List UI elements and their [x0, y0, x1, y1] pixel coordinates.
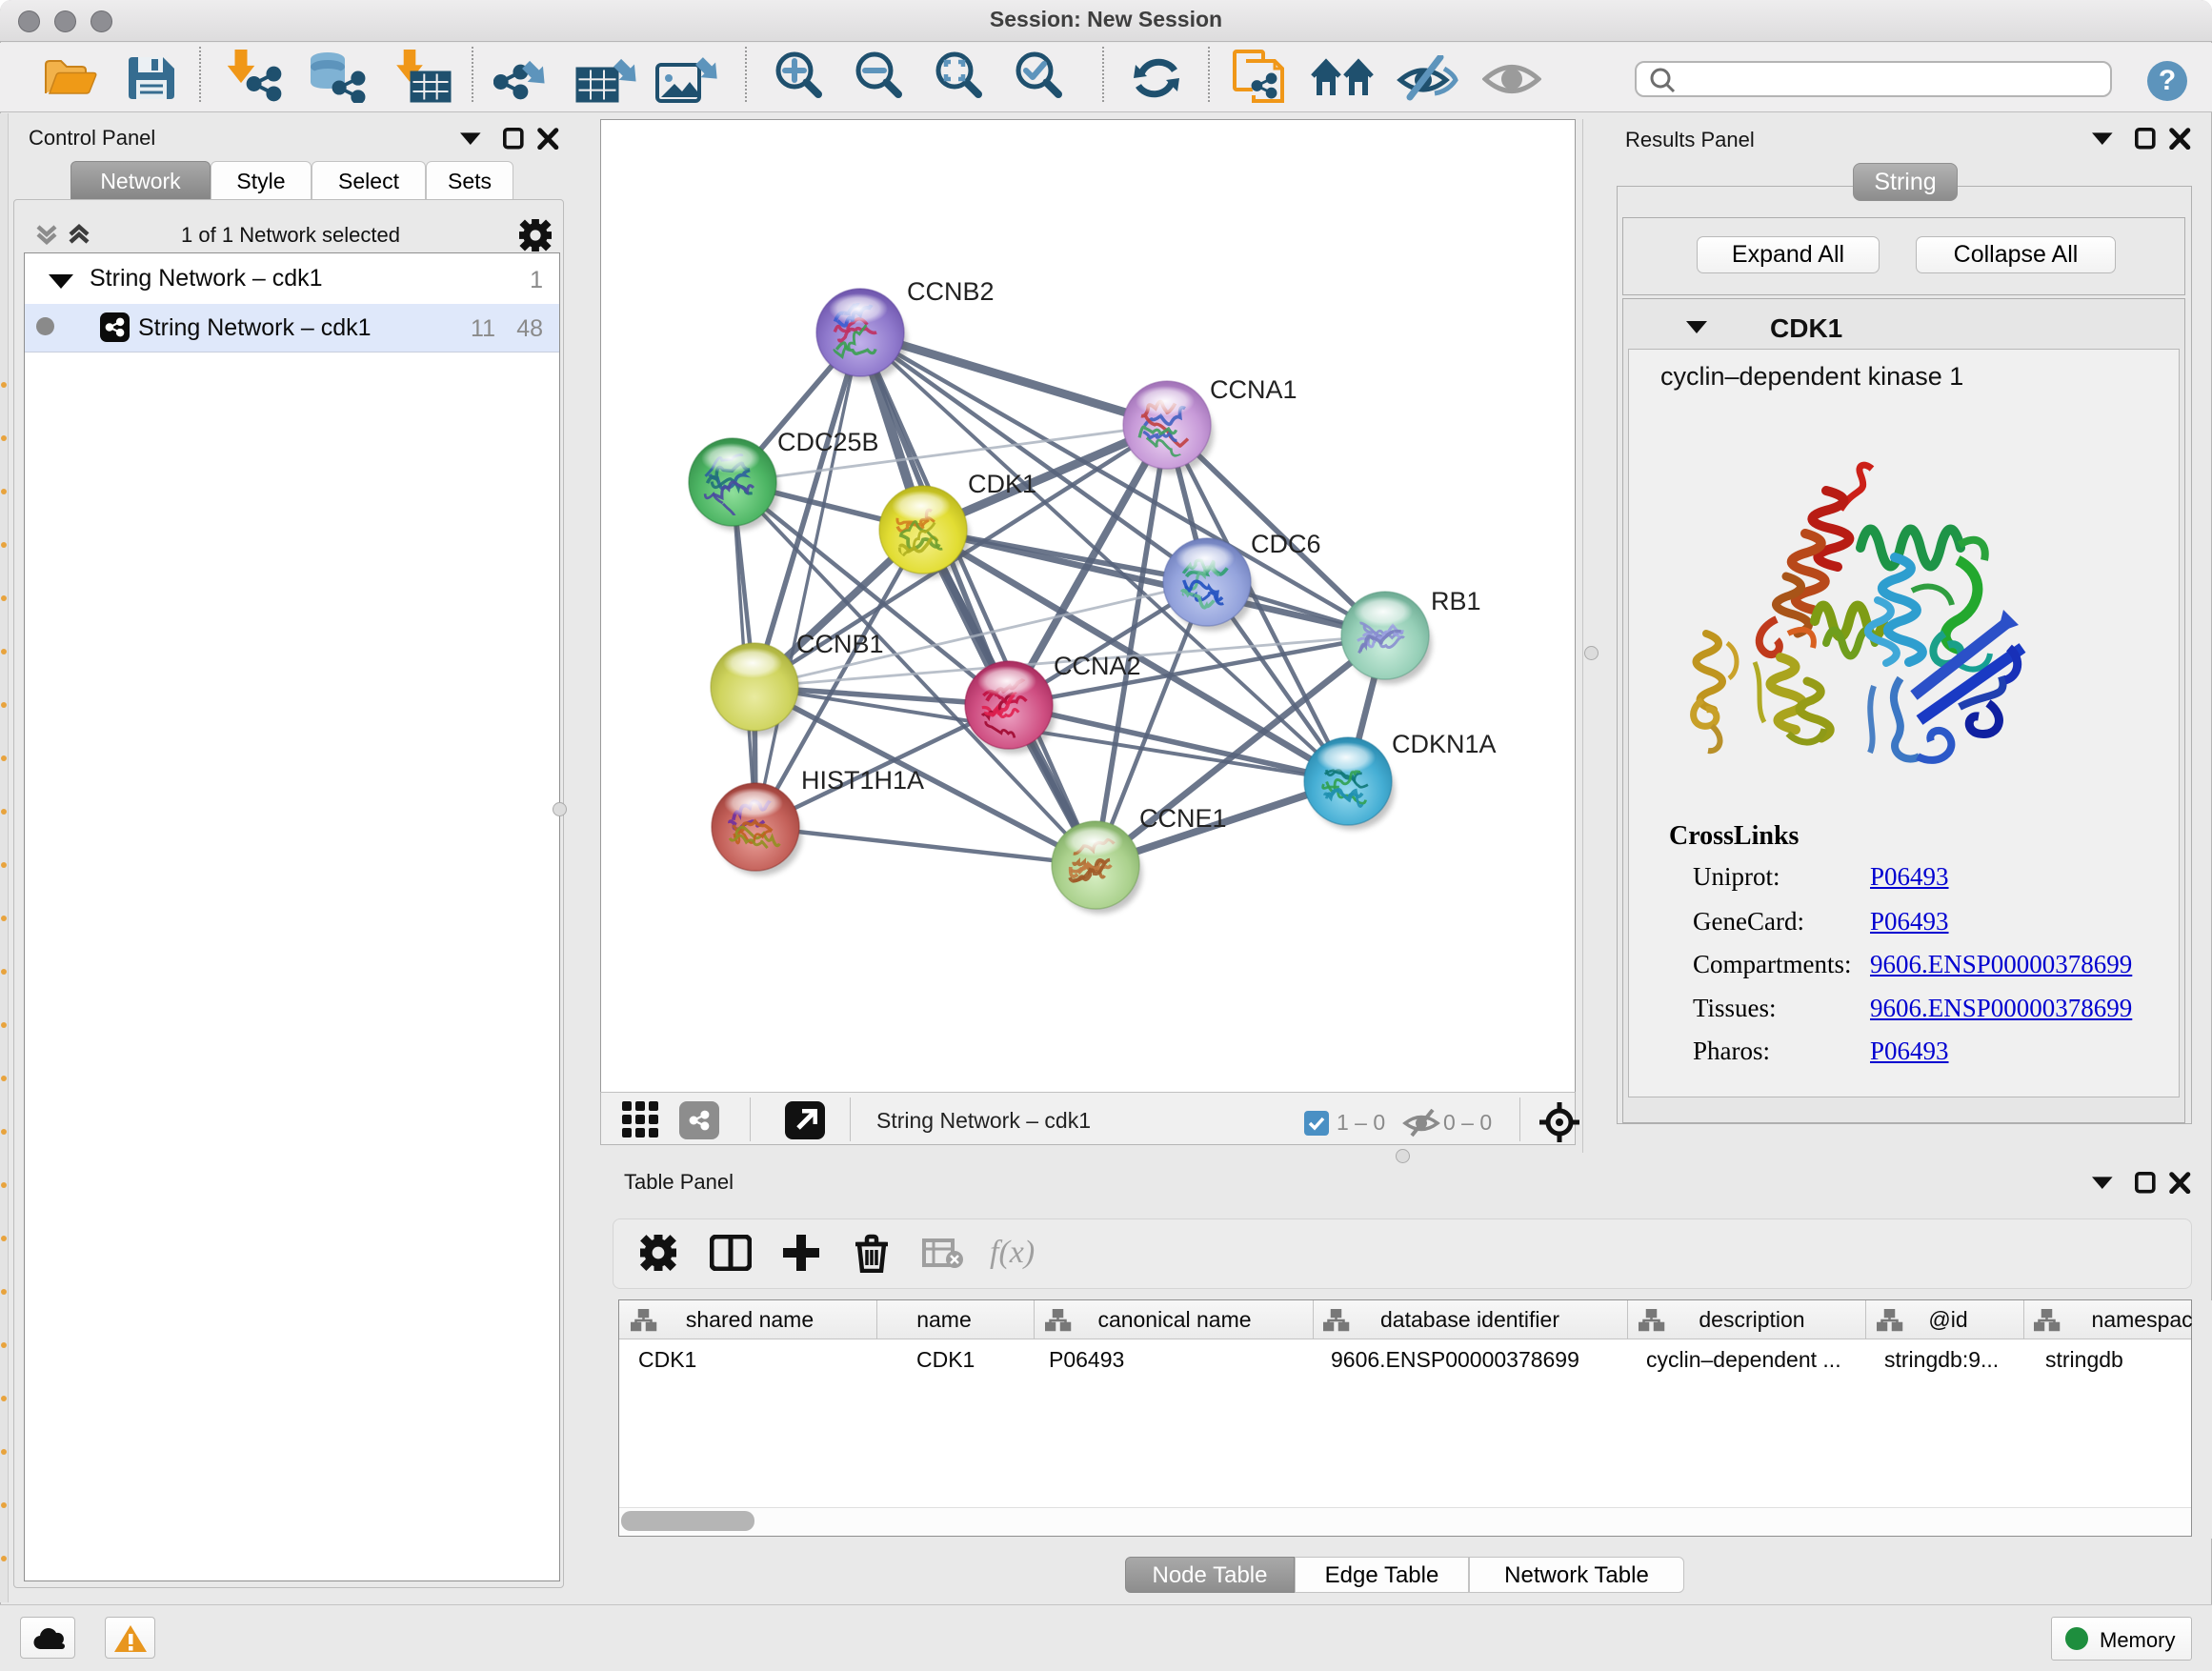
- svg-text:CCNA2: CCNA2: [1054, 652, 1141, 680]
- svg-text:RB1: RB1: [1431, 587, 1481, 615]
- svg-text:CCNB2: CCNB2: [907, 277, 995, 306]
- svg-text:CCNB1: CCNB1: [796, 630, 884, 658]
- svg-text:CCNE1: CCNE1: [1139, 804, 1227, 833]
- svg-text:CDKN1A: CDKN1A: [1392, 730, 1497, 758]
- svg-text:CCNA1: CCNA1: [1210, 375, 1297, 404]
- svg-text:CDK1: CDK1: [968, 470, 1036, 498]
- svg-text:CDC6: CDC6: [1251, 530, 1321, 558]
- svg-text:CDC25B: CDC25B: [777, 428, 879, 456]
- svg-text:HIST1H1A: HIST1H1A: [801, 766, 924, 795]
